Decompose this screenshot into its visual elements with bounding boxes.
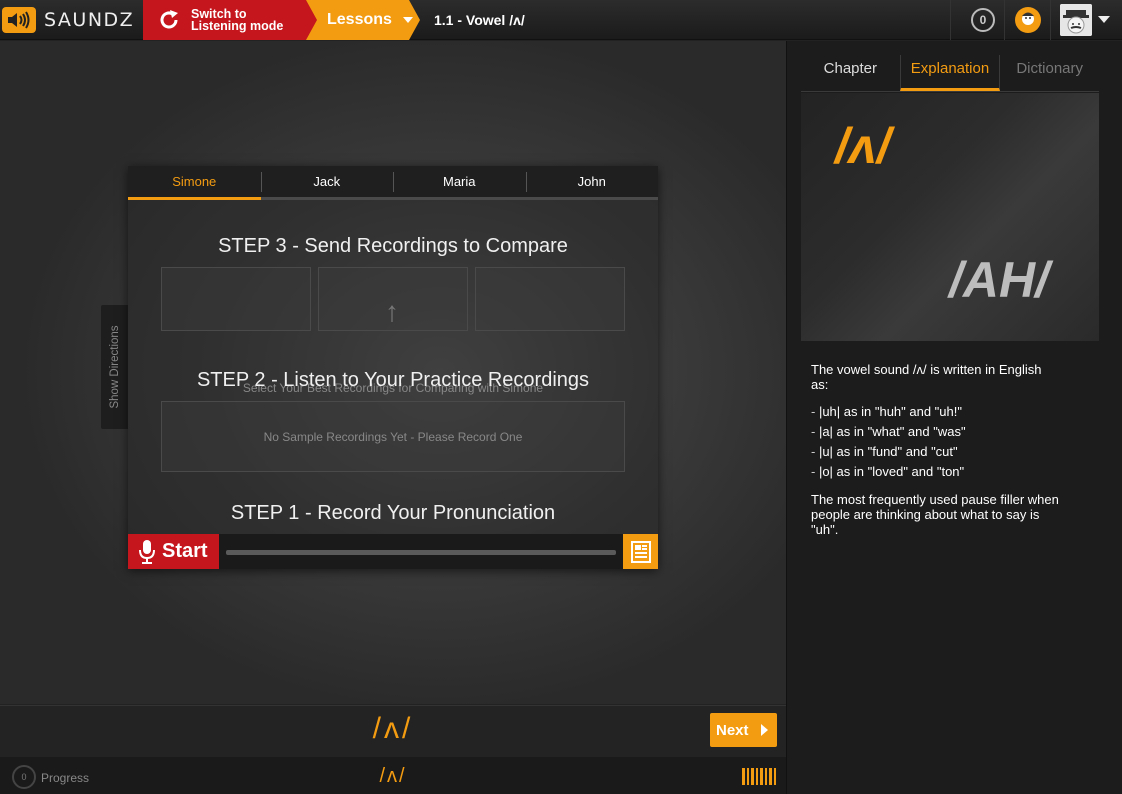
switch-listening-mode-button[interactable]: Switch to Listening mode [143,0,318,40]
current-phoneme: /ʌ/ [372,712,414,745]
chevron-down-icon [402,17,413,23]
tab-speaker-maria[interactable]: Maria [393,166,526,200]
start-label: Start [162,540,208,562]
start-recording-button[interactable]: Start [128,534,219,569]
compare-slot[interactable]: ↑ [318,267,468,331]
spelling-list: |uh| as in "huh" and "uh!" |a| as in "wh… [811,402,1061,482]
practice-panel: Simone Jack Maria John STEP 3 - Send Rec… [128,166,658,569]
status-bar: 0 Progress /ʌ/ [0,757,786,794]
top-bar: SAUNDZ Switch to Listening mode Lessons … [0,0,1122,40]
step1-title: STEP 1 - Record Your Pronunciation [230,502,556,524]
switch-mode-label: Switch to Listening mode [191,7,284,33]
divider [950,0,951,40]
tab-speaker-jack[interactable]: Jack [260,166,393,200]
status-phoneme: /ʌ/ [379,765,407,787]
chevron-right-icon [760,724,768,736]
compare-slots: ↑ [161,267,625,331]
phoneme-card: /ʌ/ /AH/ [801,93,1099,341]
next-button[interactable]: Next [710,713,777,747]
brand-name: SAUNDZ [44,9,135,31]
phoneme-symbol: /ʌ/ [835,118,891,174]
show-directions-tab[interactable]: Show Directions [101,305,128,429]
lessons-dropdown[interactable]: Lessons [306,0,420,40]
arrow-up-icon: ↑ [385,296,399,327]
practice-recordings-list: No Sample Recordings Yet - Please Record… [161,401,625,472]
lesson-nav-bar: /ʌ/ Next [0,705,786,757]
list-item: |u| as in "fund" and "cut" [811,442,1061,462]
tab-explanation[interactable]: Explanation [899,55,1001,91]
list-item: |a| as in "what" and "was" [811,422,1061,442]
speaker-tabs: Simone Jack Maria John [128,166,658,200]
caret-down-icon[interactable] [1098,16,1110,23]
tab-dictionary[interactable]: Dictionary [1000,55,1099,91]
speaker-logo-icon [2,7,36,33]
step3-title: STEP 3 - Send Recordings to Compare [218,235,568,257]
recording-progress-track [226,550,616,555]
list-item: |uh| as in "huh" and "uh!" [811,402,1061,422]
record-bar: Start [128,534,658,569]
practice-stage: Show Directions Simone Jack Maria John S… [0,41,786,704]
notification-count[interactable]: 0 [971,8,995,32]
refresh-icon [160,10,178,29]
divider [1004,0,1005,40]
step2-title: STEP 2 - Listen to Your Practice Recordi… [196,369,590,391]
list-item: |o| as in "loved" and "ton" [811,462,1061,482]
next-label: Next [716,721,749,739]
explanation-note: The most frequently used pause filler wh… [811,492,1059,537]
compare-slot[interactable] [161,267,311,331]
sidebar-tabs: Chapter Explanation Dictionary [801,55,1099,92]
notes-button[interactable] [623,534,658,569]
lessons-label: Lessons [327,11,392,28]
explanation-intro: The vowel sound /ʌ/ is written in Englis… [811,362,1042,392]
tab-speaker-john[interactable]: John [525,166,658,200]
phoneme-sound: /AH/ [949,252,1049,308]
tab-speaker-simone[interactable]: Simone [128,166,261,200]
levels-icon[interactable] [742,768,776,785]
empty-recordings-message: No Sample Recordings Yet - Please Record… [263,429,523,444]
compare-slot[interactable] [475,267,625,331]
explanation-text: The vowel sound /ʌ/ is written in Englis… [811,362,1061,537]
document-icon [630,540,651,563]
saundz-logo[interactable]: SAUNDZ [0,0,143,40]
show-directions-label: Show Directions [109,325,121,409]
lesson-title: 1.1 - Vowel /ʌ/ [434,12,525,28]
tab-chapter[interactable]: Chapter [801,55,900,91]
coin-icon[interactable] [1015,7,1041,33]
microphone-icon [139,539,155,564]
divider [1050,0,1051,40]
explanation-sidebar: Chapter Explanation Dictionary /ʌ/ /AH/ … [786,41,1122,794]
avatar[interactable] [1060,4,1092,36]
